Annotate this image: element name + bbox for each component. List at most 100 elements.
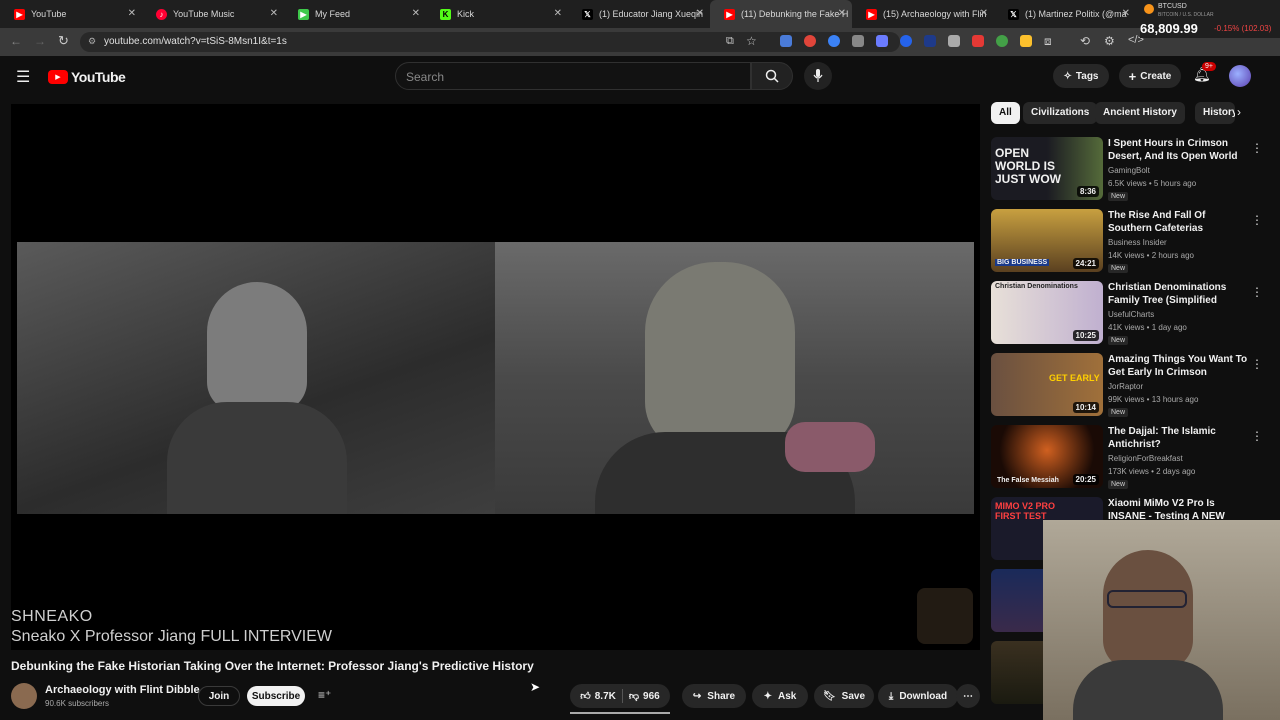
close-tab-icon[interactable]: ✕ [270,8,278,19]
close-tab-icon[interactable]: ✕ [554,8,562,19]
menu-hamburger-icon[interactable]: ☰ [16,67,30,87]
browser-tab[interactable]: K Kick ✕ [426,0,568,28]
more-vertical-icon[interactable]: ⋮ [1251,285,1263,299]
dislike-button[interactable]: 👎︎ 966 [629,690,660,703]
forward-icon[interactable]: → [34,34,46,48]
chip-all[interactable]: All [991,102,1020,124]
recommendation-item[interactable]: Christian Denominations 10:25 Christian D… [991,281,1271,349]
more-vertical-icon[interactable]: ⋮ [1251,141,1263,155]
chip-history[interactable]: History [1195,102,1235,124]
share-button[interactable]: ↪ Share [682,684,746,708]
ask-button[interactable]: ✦ Ask [752,684,808,708]
youtube-logo[interactable]: ▶ YouTube [48,69,126,85]
voice-search-button[interactable] [804,62,832,90]
download-button[interactable]: ⤓ Download [878,684,958,708]
browser-tab-active[interactable]: ▶ (11) Debunking the Fake H ✕ [710,0,852,28]
video-thumbnail[interactable]: BIG BUSINESS 24:21 [991,209,1103,272]
extension-icon[interactable] [924,35,936,47]
recommendation-item[interactable]: The False Messiah 20:25 The Dajjal: The I… [991,425,1271,493]
extensions-puzzle-icon[interactable]: ⧈ [1044,34,1052,49]
video-thumbnail[interactable]: GET EARLY 10:14 [991,353,1103,416]
more-vertical-icon[interactable]: ⋮ [1251,429,1263,443]
subscribe-button[interactable]: Subscribe [247,686,305,706]
chip-ancient-history[interactable]: Ancient History [1095,102,1185,124]
recommendation-title[interactable]: Amazing Things You Want To Get Early In … [1108,353,1248,379]
recommendation-channel[interactable]: JorRaptor [1108,382,1143,391]
search-input[interactable]: Search [395,62,751,90]
chevron-right-icon[interactable]: › [1237,105,1241,119]
recommendation-title[interactable]: The Dajjal: The Islamic Antichrist? [1108,425,1248,451]
like-button[interactable]: 👍︎ 8.7K [580,690,616,703]
browser-tab[interactable]: 𝕏 (1) Martinez Politix (@ma ✕ [994,0,1136,28]
youtube-favicon-icon: ▶ [724,8,735,20]
person-silhouette [645,262,795,452]
extension-icon[interactable] [804,35,816,47]
browser-tab[interactable]: ▶ YouTube ✕ [0,0,142,28]
reload-icon[interactable]: ↻ [58,33,69,49]
extension-icon[interactable] [996,35,1008,47]
recommendation-title[interactable]: Christian Denominations Family Tree (Sim… [1108,281,1248,307]
browser-tab[interactable]: ▶ My Feed ✕ [284,0,426,28]
channel-name[interactable]: Archaeology with Flint Dibble [45,684,200,696]
create-button[interactable]: + Create [1119,64,1181,88]
video-thumbnail[interactable]: OPEN WORLD IS JUST WOW 8:36 [991,137,1103,200]
recommendation-channel[interactable]: GamingBolt [1108,166,1150,175]
join-button[interactable]: Join [198,686,240,706]
person-silhouette [1103,550,1193,670]
divider [621,689,623,703]
channel-watermark [917,588,973,644]
video-thumbnail[interactable]: Christian Denominations 10:25 [991,281,1103,344]
youtube-favicon-icon: ▶ [866,8,877,20]
recommendation-channel[interactable]: Business Insider [1108,238,1167,247]
close-tab-icon[interactable]: ✕ [128,8,136,19]
video-thumbnail[interactable] [991,569,1043,632]
browser-tab[interactable]: ▶ (15) Archaeology with Flin ✕ [852,0,994,28]
install-icon[interactable]: ⧉ [726,35,734,48]
x-favicon-icon: 𝕏 [1008,8,1019,20]
back-icon[interactable]: ← [10,34,22,48]
browser-tab[interactable]: ♪ YouTube Music ✕ [142,0,284,28]
mouse-cursor-icon: ➤ [530,680,541,694]
bookmark-star-icon[interactable]: ☆ [746,34,757,48]
channel-avatar[interactable] [11,683,37,709]
recommendation-item[interactable]: OPEN WORLD IS JUST WOW 8:36 I Spent Hours… [991,137,1271,205]
browser-tab[interactable]: 𝕏 (1) Educator Jiang Xueqin ✕ [568,0,710,28]
video-thumbnail[interactable]: The False Messiah 20:25 [991,425,1103,488]
more-vertical-icon[interactable]: ⋮ [1251,357,1263,371]
address-bar[interactable]: ⚙ youtube.com/watch?v=tSiS-8Msn1I&t=1s [80,32,900,52]
save-button[interactable]: 🔖︎ Save [814,684,874,708]
tags-button[interactable]: ✧ Tags [1053,64,1109,88]
close-tab-icon[interactable]: ✕ [696,8,704,19]
more-vertical-icon[interactable]: ⋮ [1251,213,1263,227]
close-tab-icon[interactable]: ✕ [412,8,420,19]
recommendation-channel[interactable]: UsefulCharts [1108,310,1154,319]
extension-icon[interactable] [876,35,888,47]
recommendation-channel[interactable]: ReligionForBreakfast [1108,454,1183,463]
extension-icon[interactable] [1020,35,1032,47]
avatar[interactable] [1229,65,1251,87]
recommendation-item[interactable]: BIG BUSINESS 24:21 The Rise And Fall Of S… [991,209,1271,277]
add-to-playlist-icon[interactable]: ≡⁺ [318,688,331,702]
history-icon[interactable]: ⟲ [1080,34,1090,48]
extension-icon[interactable] [972,35,984,47]
video-player[interactable]: SHNEAKO Sneako X Professor Jiang FULL IN… [11,104,980,650]
extension-icon[interactable] [948,35,960,47]
extension-icon[interactable] [828,35,840,47]
close-tab-icon[interactable]: ✕ [980,8,988,19]
youtube-play-logo-icon: ▶ [48,70,68,84]
video-thumbnail[interactable] [991,641,1043,704]
settings-icon[interactable]: ⚙ [1104,34,1115,48]
chip-civilizations[interactable]: Civilizations [1023,102,1098,124]
recommendation-title[interactable]: I Spent Hours in Crimson Desert, And Its… [1108,137,1248,163]
close-tab-icon[interactable]: ✕ [1122,8,1130,19]
extension-icon[interactable] [852,35,864,47]
site-info-icon[interactable]: ⚙ [88,36,96,47]
recommendation-item[interactable]: GET EARLY 10:14 Amazing Things You Want T… [991,353,1271,421]
recommendation-title[interactable]: The Rise And Fall Of Southern Cafeterias [1108,209,1248,235]
more-actions-button[interactable]: ⋯ [956,684,980,708]
extension-icon[interactable] [900,35,912,47]
new-badge: New [1108,192,1129,201]
search-button[interactable] [751,62,793,90]
extension-icon[interactable] [780,35,792,47]
close-tab-icon[interactable]: ✕ [838,8,846,19]
